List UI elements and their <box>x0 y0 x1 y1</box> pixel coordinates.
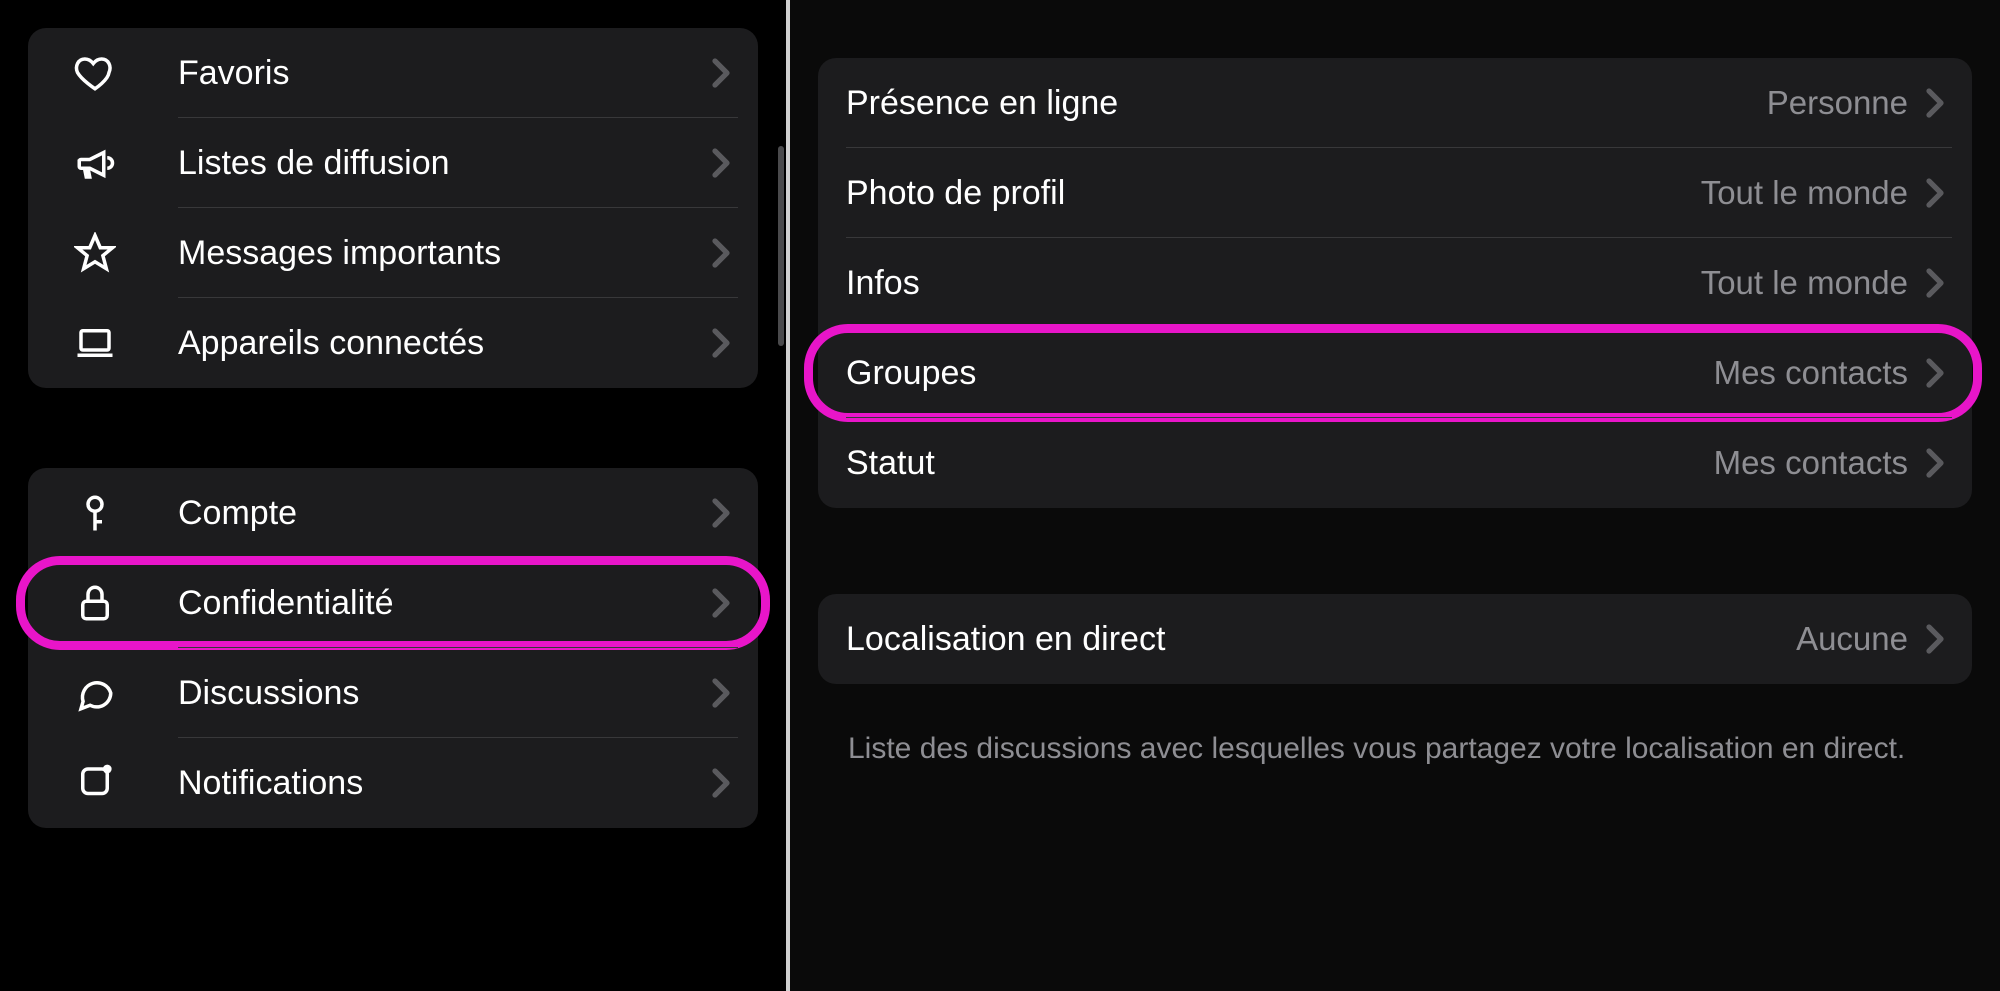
row-label: Statut <box>846 444 1714 483</box>
settings-section-shortcuts: Favoris Listes de diffusion Messages imp… <box>28 28 758 388</box>
row-value: Tout le monde <box>1701 264 1908 302</box>
row-favoris[interactable]: Favoris <box>28 28 758 118</box>
row-label: Localisation en direct <box>846 620 1796 659</box>
section-footer-text: Liste des discussions avec lesquelles vo… <box>818 706 1972 770</box>
chevron-right-icon <box>712 148 730 178</box>
row-confidentialite[interactable]: Confidentialité <box>28 558 758 648</box>
row-label: Discussions <box>178 674 712 713</box>
row-localisation-en-direct[interactable]: Localisation en direct Aucune <box>818 594 1972 684</box>
row-label: Présence en ligne <box>846 84 1767 123</box>
chevron-right-icon <box>712 238 730 268</box>
scrollbar[interactable] <box>778 146 784 346</box>
row-label: Confidentialité <box>178 584 712 623</box>
chevron-right-icon <box>712 328 730 358</box>
key-icon <box>56 492 178 534</box>
row-listes-diffusion[interactable]: Listes de diffusion <box>28 118 758 208</box>
row-value: Mes contacts <box>1714 354 1908 392</box>
row-value: Mes contacts <box>1714 444 1908 482</box>
row-value: Personne <box>1767 84 1908 122</box>
row-messages-importants[interactable]: Messages importants <box>28 208 758 298</box>
chevron-right-icon <box>712 498 730 528</box>
row-label: Messages importants <box>178 234 712 273</box>
chevron-right-icon <box>712 678 730 708</box>
row-infos[interactable]: Infos Tout le monde <box>818 238 1972 328</box>
star-icon <box>56 232 178 274</box>
chevron-right-icon <box>1926 178 1944 208</box>
row-statut[interactable]: Statut Mes contacts <box>818 418 1972 508</box>
row-appareils-connectes[interactable]: Appareils connectés <box>28 298 758 388</box>
row-compte[interactable]: Compte <box>28 468 758 558</box>
row-label: Favoris <box>178 54 712 93</box>
row-discussions[interactable]: Discussions <box>28 648 758 738</box>
row-groupes[interactable]: Groupes Mes contacts <box>818 328 1972 418</box>
heart-icon <box>56 52 178 94</box>
row-photo-de-profil[interactable]: Photo de profil Tout le monde <box>818 148 1972 238</box>
privacy-section-visibility: Présence en ligne Personne Photo de prof… <box>818 58 1972 508</box>
chevron-right-icon <box>712 58 730 88</box>
lock-icon <box>56 582 178 624</box>
privacy-section-location: Localisation en direct Aucune <box>818 594 1972 684</box>
row-label: Appareils connectés <box>178 324 712 363</box>
row-label: Photo de profil <box>846 174 1701 213</box>
row-value: Tout le monde <box>1701 174 1908 212</box>
privacy-right-panel: Présence en ligne Personne Photo de prof… <box>790 0 2000 991</box>
row-notifications[interactable]: Notifications <box>28 738 758 828</box>
chevron-right-icon <box>712 588 730 618</box>
chevron-right-icon <box>1926 448 1944 478</box>
row-label: Compte <box>178 494 712 533</box>
row-presence-en-ligne[interactable]: Présence en ligne Personne <box>818 58 1972 148</box>
row-label: Groupes <box>846 354 1714 393</box>
row-label: Notifications <box>178 764 712 803</box>
row-label: Infos <box>846 264 1701 303</box>
chevron-right-icon <box>712 768 730 798</box>
megaphone-icon <box>56 142 178 184</box>
settings-left-panel: Favoris Listes de diffusion Messages imp… <box>0 0 786 991</box>
chevron-right-icon <box>1926 88 1944 118</box>
chevron-right-icon <box>1926 624 1944 654</box>
chevron-right-icon <box>1926 358 1944 388</box>
settings-section-account: Compte Confidentialité Discussions Notif… <box>28 468 758 828</box>
notification-icon <box>56 762 178 804</box>
row-label: Listes de diffusion <box>178 144 712 183</box>
row-value: Aucune <box>1796 620 1908 658</box>
chat-icon <box>56 672 178 714</box>
chevron-right-icon <box>1926 268 1944 298</box>
laptop-icon <box>56 322 178 364</box>
